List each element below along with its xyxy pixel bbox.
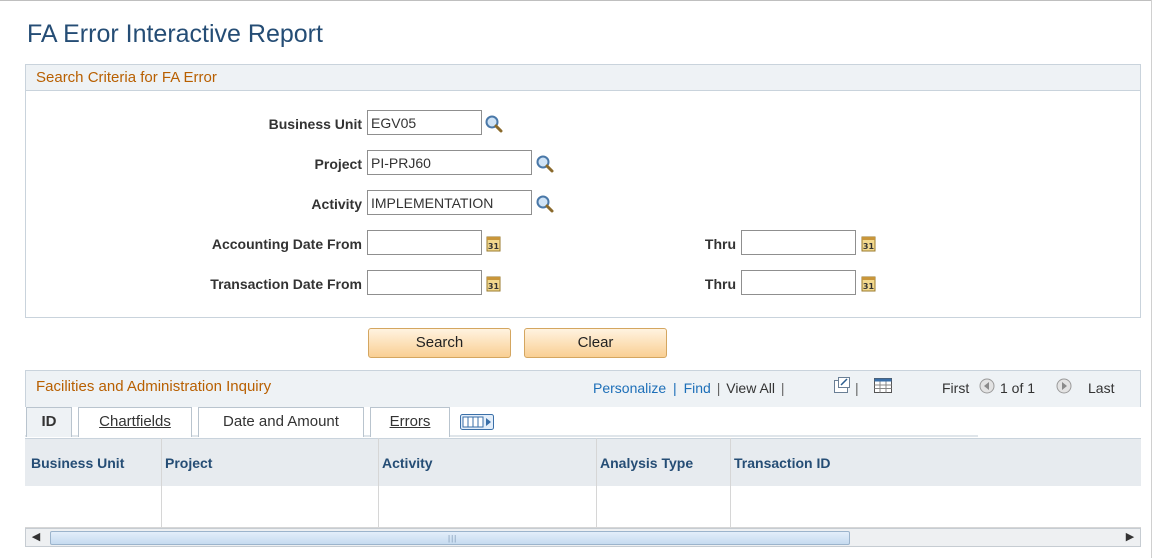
find-link[interactable]: Find — [684, 380, 711, 396]
tab-chartfields-label: Chartfields — [99, 413, 171, 430]
lookup-icon[interactable] — [535, 154, 555, 174]
previous-arrow-icon[interactable] — [979, 378, 995, 394]
top-border — [0, 0, 1152, 1]
view-all-link[interactable]: View All — [726, 380, 775, 396]
column-header-transaction-id[interactable]: Transaction ID — [734, 455, 830, 471]
business-unit-input[interactable] — [367, 110, 482, 135]
scroll-right-icon[interactable]: ▶ — [1122, 530, 1138, 545]
activity-label: Activity — [311, 196, 362, 212]
download-spreadsheet-icon[interactable] — [873, 377, 893, 394]
separator: | — [716, 380, 721, 396]
project-input[interactable] — [367, 150, 532, 175]
calendar-icon[interactable]: 31 — [486, 235, 502, 252]
separator: | — [855, 380, 859, 396]
transaction-thru-input[interactable] — [741, 270, 856, 295]
svg-text:31: 31 — [488, 242, 500, 251]
tab-chartfields[interactable]: Chartfields — [78, 407, 192, 437]
accounting-date-from-input[interactable] — [367, 230, 482, 255]
clear-button[interactable]: Clear — [524, 328, 667, 358]
tab-errors[interactable]: Errors — [370, 407, 450, 437]
column-divider — [596, 438, 597, 528]
column-header-project[interactable]: Project — [165, 455, 212, 471]
transaction-date-from-label: Transaction Date From — [210, 276, 362, 292]
svg-text:31: 31 — [863, 282, 875, 291]
tab-date-and-amount-label: Date and Amount — [223, 413, 339, 430]
grid-nav-links: Personalize | Find | View All | — [593, 380, 787, 396]
lookup-icon[interactable] — [535, 194, 555, 214]
search-criteria-header: Search Criteria for FA Error — [26, 65, 1140, 91]
lookup-icon[interactable] — [484, 114, 504, 134]
page-title: FA Error Interactive Report — [27, 20, 323, 48]
accounting-thru-input[interactable] — [741, 230, 856, 255]
calendar-icon[interactable]: 31 — [861, 235, 877, 252]
horizontal-scrollbar[interactable]: ◀ ||| ▶ — [25, 528, 1141, 547]
tab-date-and-amount[interactable]: Date and Amount — [198, 407, 364, 437]
separator: | — [673, 380, 677, 396]
calendar-icon[interactable]: 31 — [486, 275, 502, 292]
scrollbar-grip-icon: ||| — [448, 534, 458, 543]
accounting-date-from-label: Accounting Date From — [211, 236, 362, 252]
column-divider — [161, 438, 162, 528]
grid-title: Facilities and Administration Inquiry — [36, 378, 272, 395]
page-info: 1 of 1 — [1000, 380, 1036, 396]
next-arrow-icon[interactable] — [1056, 378, 1072, 394]
show-all-columns-tab[interactable] — [453, 407, 499, 437]
column-divider — [730, 438, 731, 528]
project-label: Project — [314, 156, 362, 172]
column-divider — [378, 438, 379, 528]
column-header-activity[interactable]: Activity — [382, 455, 433, 471]
business-unit-label: Business Unit — [268, 116, 362, 132]
personalize-link[interactable]: Personalize — [593, 380, 666, 396]
first-page-label[interactable]: First — [942, 380, 969, 396]
tab-errors-label: Errors — [389, 413, 431, 430]
table-row — [25, 486, 1141, 528]
transaction-date-from-input[interactable] — [367, 270, 482, 295]
show-all-columns-icon — [460, 414, 494, 430]
tab-id[interactable]: ID — [26, 407, 72, 437]
calendar-icon[interactable]: 31 — [861, 275, 877, 292]
activity-input[interactable] — [367, 190, 532, 215]
svg-text:31: 31 — [488, 282, 500, 291]
column-header-analysis-type[interactable]: Analysis Type — [600, 455, 693, 471]
scroll-left-icon[interactable]: ◀ — [28, 530, 44, 545]
new-window-icon[interactable] — [833, 377, 851, 394]
accounting-thru-label: Thru — [704, 236, 736, 252]
last-page-label[interactable]: Last — [1088, 380, 1114, 396]
separator: | — [780, 380, 785, 396]
transaction-thru-label: Thru — [704, 276, 736, 292]
column-header-business-unit[interactable]: Business Unit — [31, 455, 124, 471]
search-button[interactable]: Search — [368, 328, 511, 358]
scrollbar-thumb[interactable]: ||| — [50, 531, 850, 545]
svg-text:31: 31 — [863, 242, 875, 251]
